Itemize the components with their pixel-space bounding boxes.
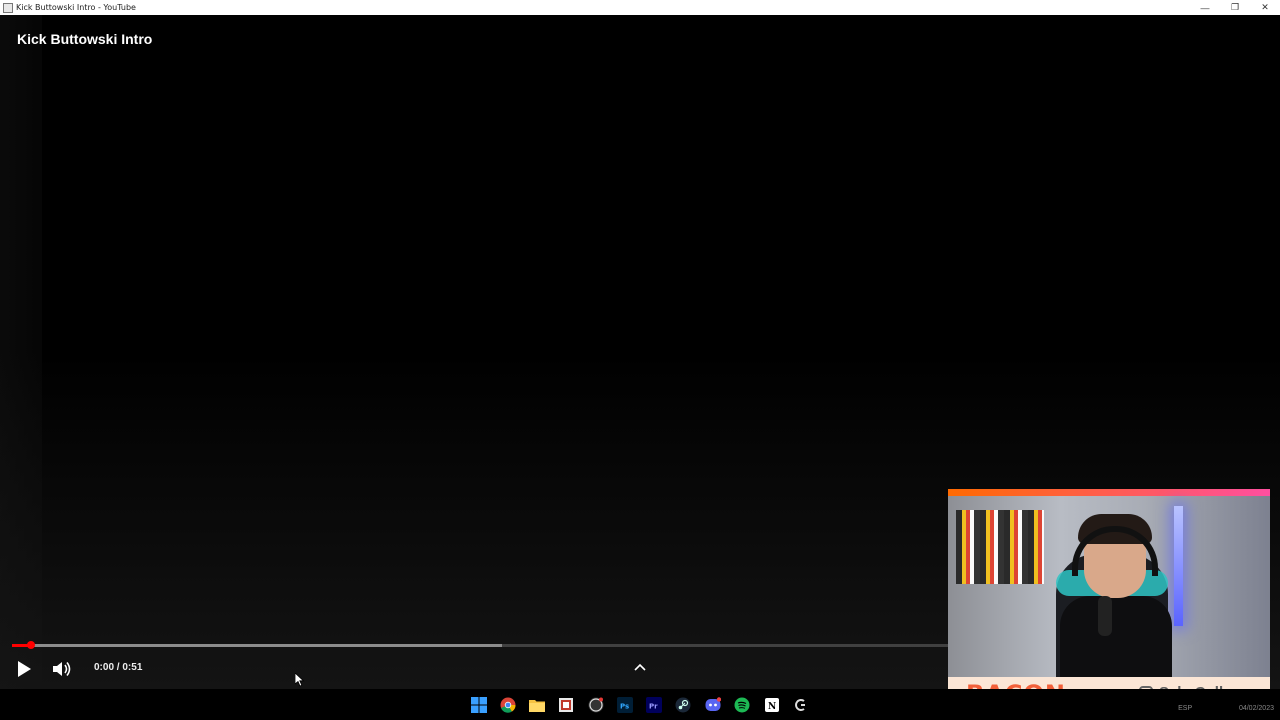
webcam-overlay: BACON SebaCollares bbox=[948, 489, 1270, 710]
webcam-feed bbox=[948, 496, 1270, 684]
snipping-tool-icon[interactable] bbox=[556, 695, 576, 715]
progress-buffered bbox=[12, 644, 502, 647]
play-icon bbox=[18, 661, 31, 677]
clothes-rack bbox=[956, 510, 1044, 584]
led-light bbox=[1174, 506, 1183, 626]
windows-start-icon[interactable] bbox=[469, 695, 489, 715]
discord-icon[interactable] bbox=[703, 695, 723, 715]
volume-icon bbox=[53, 662, 71, 676]
duration: 0:51 bbox=[122, 662, 143, 673]
tray-language[interactable]: ESP bbox=[1178, 705, 1192, 712]
window-titlebar: Kick Buttowski Intro - YouTube — ❐ ✕ bbox=[0, 0, 1280, 15]
notion-icon[interactable]: N bbox=[762, 695, 782, 715]
close-button[interactable]: ✕ bbox=[1250, 0, 1280, 15]
chrome-icon[interactable] bbox=[498, 695, 518, 715]
progress-scrubber[interactable] bbox=[26, 641, 35, 649]
obs-icon[interactable] bbox=[586, 695, 606, 715]
premiere-icon[interactable]: Pr bbox=[644, 695, 664, 715]
current-time: 0:00 bbox=[94, 662, 115, 673]
svg-text:Pr: Pr bbox=[649, 703, 658, 711]
logitech-icon[interactable] bbox=[791, 695, 811, 715]
person-shirt bbox=[1060, 596, 1172, 684]
window-controls: — ❐ ✕ bbox=[1190, 0, 1280, 15]
system-tray: ESP 04/02/2023 bbox=[1133, 705, 1274, 712]
video-title[interactable]: Kick Buttowski Intro bbox=[17, 31, 152, 47]
restore-button[interactable]: ❐ bbox=[1220, 0, 1250, 15]
photoshop-icon[interactable]: Ps bbox=[615, 695, 635, 715]
mouse-cursor-icon bbox=[295, 673, 305, 687]
microphone bbox=[1098, 596, 1112, 636]
webcam-accent-strip bbox=[948, 489, 1270, 496]
expand-button[interactable] bbox=[630, 657, 650, 677]
spotify-icon[interactable] bbox=[732, 695, 752, 715]
minimize-button[interactable]: — bbox=[1190, 0, 1220, 15]
play-button[interactable] bbox=[12, 657, 36, 681]
app-icon bbox=[3, 2, 13, 13]
steam-icon[interactable] bbox=[673, 695, 693, 715]
tray-date[interactable]: 04/02/2023 bbox=[1239, 705, 1274, 712]
taskbar: Ps Pr N ESP 04/02/2023 bbox=[0, 689, 1280, 720]
file-explorer-icon[interactable] bbox=[527, 695, 547, 715]
window-title: Kick Buttowski Intro - YouTube bbox=[16, 3, 136, 12]
chevron-up-icon bbox=[634, 663, 646, 671]
time-display: 0:00 / 0:51 bbox=[94, 662, 142, 673]
volume-button[interactable] bbox=[50, 657, 74, 681]
svg-text:Ps: Ps bbox=[620, 703, 629, 711]
svg-text:N: N bbox=[768, 702, 776, 712]
